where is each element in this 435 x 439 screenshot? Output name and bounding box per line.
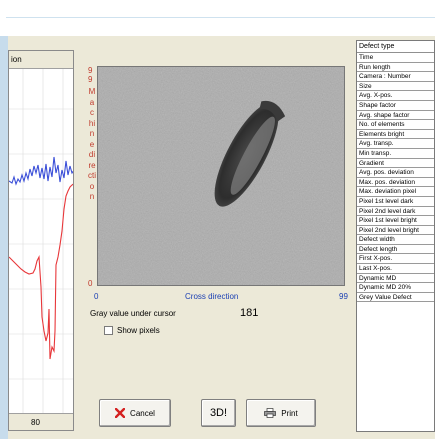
property-row[interactable]: Pixel 1st level bright [357,216,434,226]
property-row[interactable]: Pixel 1st level dark [357,197,434,207]
property-row[interactable]: Grey Value Defect [357,293,434,303]
gray-value-readout: 181 [240,307,259,319]
property-row[interactable]: Defect width [357,235,434,245]
window-top-area [0,0,435,36]
cancel-button-label: Cancel [130,408,155,418]
blue-profile-line [9,156,73,186]
print-button-label: Print [281,408,298,418]
printer-icon [264,408,277,418]
property-row[interactable]: Elements bright [357,130,434,140]
property-row[interactable]: Time [357,53,434,63]
print-button[interactable]: Print [246,399,316,427]
property-row[interactable]: Last X-pos. [357,264,434,274]
property-row[interactable]: Avg. pos. deviation [357,168,434,178]
red-x-icon [115,408,126,418]
x-axis-right-number: 99 [339,292,348,301]
property-row[interactable]: Shape factor [357,101,434,111]
property-row[interactable]: Min transp. [357,149,434,159]
cancel-button[interactable]: Cancel [99,399,171,427]
property-row[interactable]: Max. pos. deviation [357,178,434,188]
property-row[interactable]: First X-pos. [357,254,434,265]
property-row[interactable]: Size [357,82,434,92]
profile-x-tick: 80 [31,418,40,427]
property-row[interactable]: Defect length [357,245,434,255]
property-row[interactable]: Dynamic MD [357,274,434,284]
title-separator [6,17,435,18]
profile-plot-panel: ion 80 [8,50,74,431]
x-axis-left-number: 0 [94,292,99,301]
property-row[interactable]: No. of elements [357,120,434,130]
profile-plot-footer: 80 [9,413,73,430]
property-list-header: Defect type [357,41,434,53]
red-profile-line [9,183,73,360]
v-axis-top-number: 99 [88,66,93,84]
machine-direction-label: Machine direction [88,87,96,201]
property-row[interactable]: Gradient [357,159,434,169]
property-row[interactable]: Run length [357,63,434,73]
property-row[interactable]: Dynamic MD 20% [357,283,434,293]
profile-plot [9,69,73,414]
property-row[interactable]: Max. deviation pixel [357,187,434,197]
property-row[interactable]: Pixel 2nd level dark [357,207,434,217]
property-row[interactable]: Camera : Number [357,72,434,82]
threed-button[interactable]: 3D! [201,399,236,427]
show-pixels-label: Show pixels [117,325,160,335]
property-row[interactable]: Pixel 2nd level bright [357,226,434,236]
property-row[interactable]: Avg. shape factor [357,111,434,121]
defect-image[interactable] [97,66,345,286]
gray-value-label: Gray value under cursor [90,309,176,318]
defect-image-canvas [98,67,344,285]
left-border-strip [0,36,8,439]
property-row[interactable]: Avg. X-pos. [357,91,434,101]
property-rows: Time Run length Camera : Number Size Avg. X-… [357,53,434,303]
threed-button-label: 3D! [209,407,228,419]
checkbox-box[interactable] [104,325,113,335]
property-row[interactable]: Avg. transp. [357,139,434,149]
v-axis-bottom-number: 0 [88,279,93,288]
defect-property-list[interactable]: Defect type Time Run length Camera : Numbe… [356,40,435,432]
profile-plot-header: ion [9,51,73,69]
show-pixels-checkbox[interactable]: Show pixels [104,324,160,336]
cross-direction-label: Cross direction [185,292,239,301]
